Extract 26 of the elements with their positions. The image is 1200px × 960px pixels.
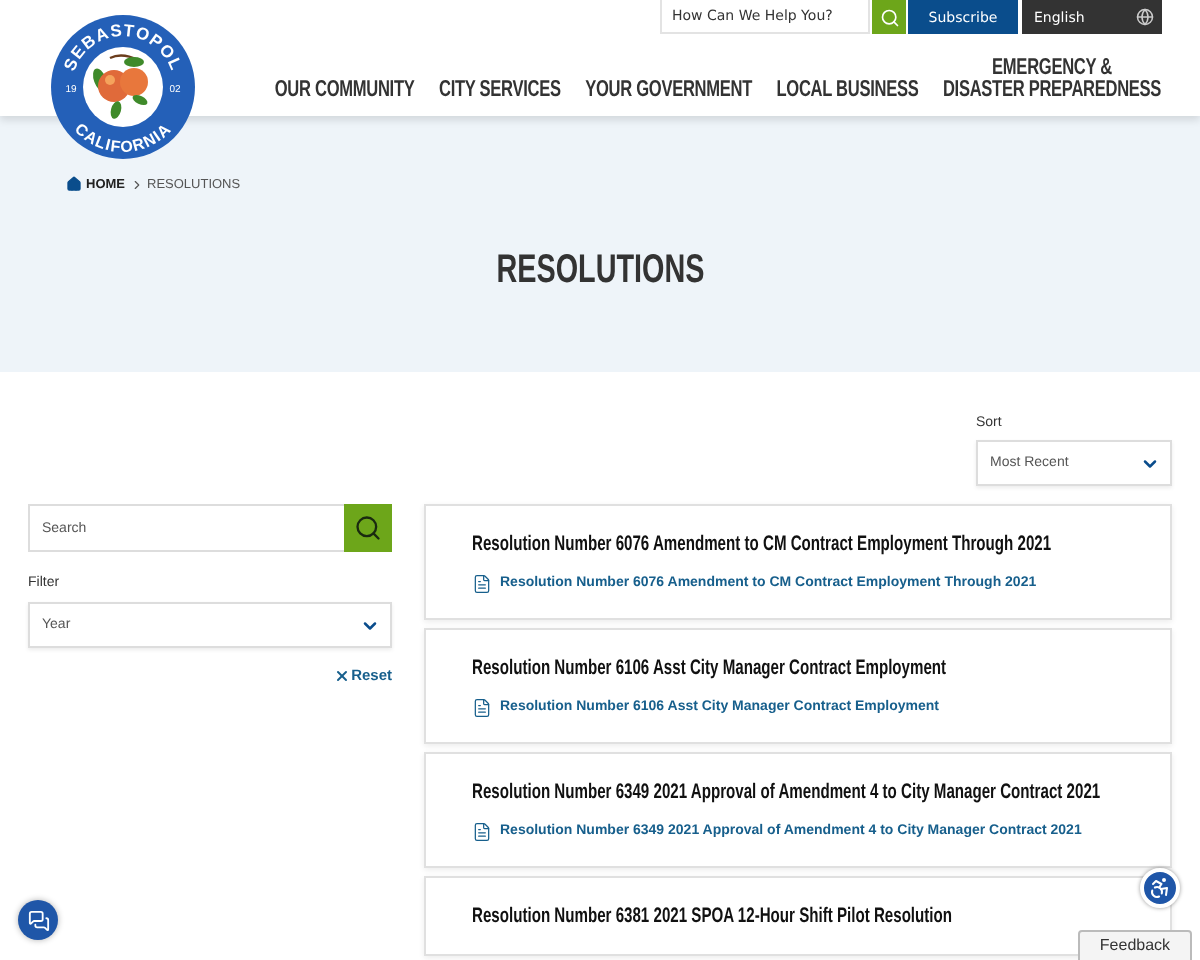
nav-link[interactable]: OUR COMMUNITY bbox=[275, 80, 416, 102]
home-icon bbox=[66, 176, 82, 192]
accessibility-icon bbox=[1148, 876, 1172, 900]
nav-link[interactable]: LOCAL BUSINESS bbox=[777, 80, 920, 102]
globe-icon bbox=[1136, 8, 1154, 26]
document-icon bbox=[472, 573, 492, 593]
search-button[interactable] bbox=[872, 0, 906, 34]
document-icon bbox=[472, 821, 492, 841]
search-button[interactable] bbox=[344, 504, 392, 552]
chevron-icon bbox=[129, 177, 143, 191]
resolution-title: Resolution Number 6349 2021 Approval of Amendment 4 to City Manager Contract 2021 bbox=[472, 780, 1103, 806]
search-icon bbox=[354, 514, 382, 542]
nav-link[interactable]: CITY SERVICES bbox=[439, 80, 562, 102]
accessibility-button[interactable] bbox=[1140, 868, 1180, 908]
close-icon bbox=[333, 667, 350, 683]
page-title: RESOLUTIONS bbox=[496, 248, 704, 294]
resolution-title: Resolution Number 6076 Amendment to CM Contract Employment Through 2021 bbox=[472, 532, 1054, 558]
feedback-button[interactable]: Feedback bbox=[1078, 930, 1192, 960]
nav-link[interactable]: EMERGENCY & DISASTER PREPAREDNESS bbox=[943, 58, 1162, 102]
chat-icon bbox=[27, 909, 49, 931]
resolution-title: Resolution Number 6381 2021 SPOA 12-Hour Shift Pilot Resolution bbox=[472, 904, 954, 930]
nav-link[interactable]: YOUR GOVERNMENT bbox=[586, 80, 753, 102]
chat-button[interactable] bbox=[18, 900, 58, 940]
document-icon bbox=[472, 697, 492, 717]
resolution-title: Resolution Number 6106 Asst City Manager Contract Employment bbox=[472, 656, 949, 682]
search-icon bbox=[879, 7, 899, 27]
